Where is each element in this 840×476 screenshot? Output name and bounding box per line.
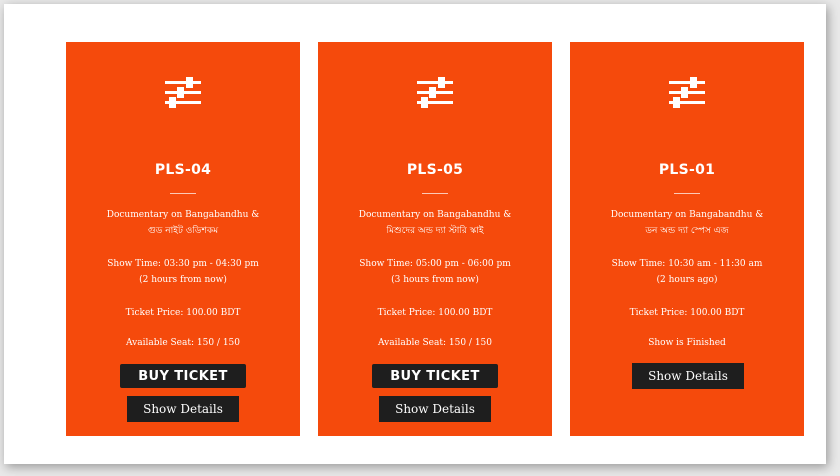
show-card-pls-05: PLS-05 Documentary on Bangabandhu & মিশু…: [318, 42, 552, 436]
show-description-line2: ডন অন্ড দ্যা স্পেস এজ: [645, 226, 729, 236]
show-time-relative: (2 hours from now): [139, 275, 227, 285]
show-details-button[interactable]: Show Details: [379, 396, 491, 422]
show-card-pls-01: PLS-01 Documentary on Bangabandhu & ডন অ…: [570, 42, 804, 436]
show-title: PLS-01: [658, 162, 716, 178]
sliders-icon: [417, 77, 453, 108]
ticket-price: Ticket Price: 100.00 BDT: [377, 308, 493, 318]
show-card-pls-04: PLS-04 Documentary on Bangabandhu & গুড …: [66, 42, 300, 436]
show-title: PLS-04: [154, 162, 212, 178]
buy-ticket-button[interactable]: BUY TICKET: [120, 364, 246, 388]
show-time: Show Time: 03:30 pm - 04:30 pm: [107, 259, 259, 269]
sliders-icon: [165, 77, 201, 108]
sliders-icon: [669, 77, 705, 108]
title-divider: [170, 193, 196, 194]
show-description-line1: Documentary on Bangabandhu &: [106, 210, 260, 220]
available-seats: Available Seat: 150 / 150: [377, 338, 492, 348]
buy-ticket-button[interactable]: BUY TICKET: [372, 364, 498, 388]
show-details-button[interactable]: Show Details: [632, 363, 744, 389]
ticket-price: Ticket Price: 100.00 BDT: [125, 308, 241, 318]
available-seats: Available Seat: 150 / 150: [125, 338, 240, 348]
show-description-line1: Documentary on Bangabandhu &: [610, 210, 764, 220]
show-details-button[interactable]: Show Details: [127, 396, 239, 422]
show-description-line1: Documentary on Bangabandhu &: [358, 210, 512, 220]
show-description-line2: গুড নাইট ওডিশকম: [147, 226, 219, 236]
show-time: Show Time: 05:00 pm - 06:00 pm: [359, 259, 511, 269]
ticket-price: Ticket Price: 100.00 BDT: [629, 308, 745, 318]
show-time-relative: (3 hours from now): [391, 275, 479, 285]
title-divider: [674, 193, 700, 194]
title-divider: [422, 193, 448, 194]
show-description-line2: মিশুদের অন্ড দ্যা স্টারি স্কাই: [386, 226, 484, 236]
page-frame: PLS-04 Documentary on Bangabandhu & গুড …: [4, 4, 826, 464]
show-time-relative: (2 hours ago): [656, 275, 718, 285]
show-status: Show is Finished: [648, 338, 726, 348]
show-time: Show Time: 10:30 am - 11:30 am: [611, 259, 763, 269]
show-title: PLS-05: [406, 162, 464, 178]
